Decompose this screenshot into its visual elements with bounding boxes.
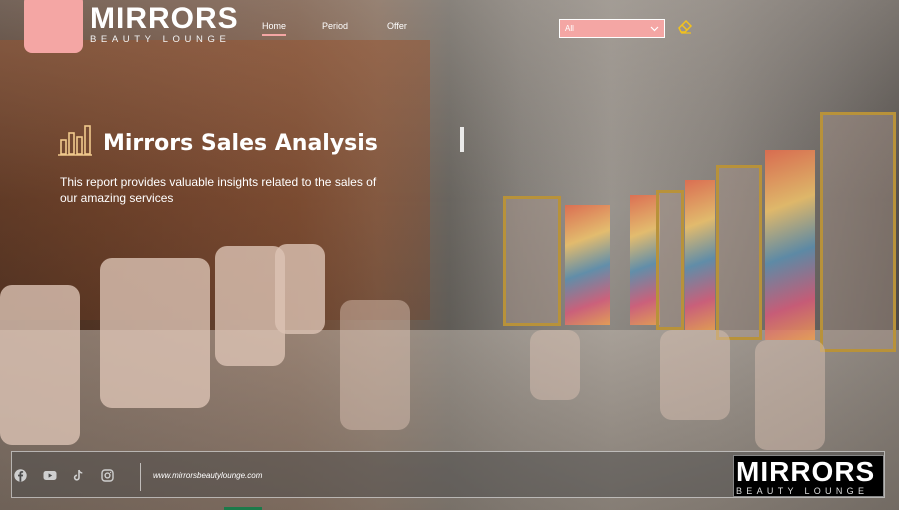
wall-art: [765, 150, 815, 340]
filter-selected-value: All: [565, 24, 574, 33]
nav-offer[interactable]: Offer: [387, 21, 407, 31]
brand-subtitle: BEAUTY LOUNGE: [90, 34, 231, 45]
youtube-icon[interactable]: [43, 469, 57, 482]
footer-logo: MIRRORS BEAUTY LOUNGE: [733, 455, 884, 497]
background-photo: [0, 0, 899, 510]
salon-mirror: [716, 165, 762, 340]
salon-chair: [755, 340, 825, 450]
brand-logo: MIRRORS BEAUTY LOUNGE: [90, 2, 239, 46]
tiktok-icon[interactable]: [72, 469, 85, 482]
nav-home[interactable]: Home: [262, 21, 287, 36]
facebook-icon[interactable]: [14, 469, 27, 482]
footer-brand-subtitle: BEAUTY LOUNGE: [736, 486, 869, 496]
page-description: This report provides valuable insights r…: [60, 175, 377, 205]
footer-divider: [140, 463, 141, 491]
salon-chair: [275, 244, 325, 334]
wall-art: [685, 180, 715, 330]
salon-chair: [0, 285, 80, 445]
brand-name: MIRRORS: [90, 2, 239, 35]
salon-mirror: [503, 196, 561, 326]
page-title: Mirrors Sales Analysis: [103, 131, 378, 156]
scroll-marker: [460, 127, 464, 152]
bar-chart-icon: [58, 125, 92, 156]
eraser-icon[interactable]: [676, 17, 694, 35]
salon-chair: [340, 300, 410, 430]
salon-mirror: [820, 112, 896, 352]
wall-art: [565, 205, 610, 325]
filter-dropdown[interactable]: All: [559, 19, 665, 38]
instagram-icon[interactable]: [101, 469, 114, 482]
chevron-down-icon: [650, 26, 659, 31]
website-link[interactable]: www.mirrorsbeautylounge.com: [153, 471, 262, 480]
nav-period[interactable]: Period: [322, 21, 348, 31]
salon-chair: [660, 330, 730, 420]
salon-chair: [530, 330, 580, 400]
salon-chair: [100, 258, 210, 408]
salon-mirror: [656, 190, 684, 330]
logo-badge: [24, 0, 83, 53]
footer-brand-name: MIRRORS: [736, 456, 876, 487]
